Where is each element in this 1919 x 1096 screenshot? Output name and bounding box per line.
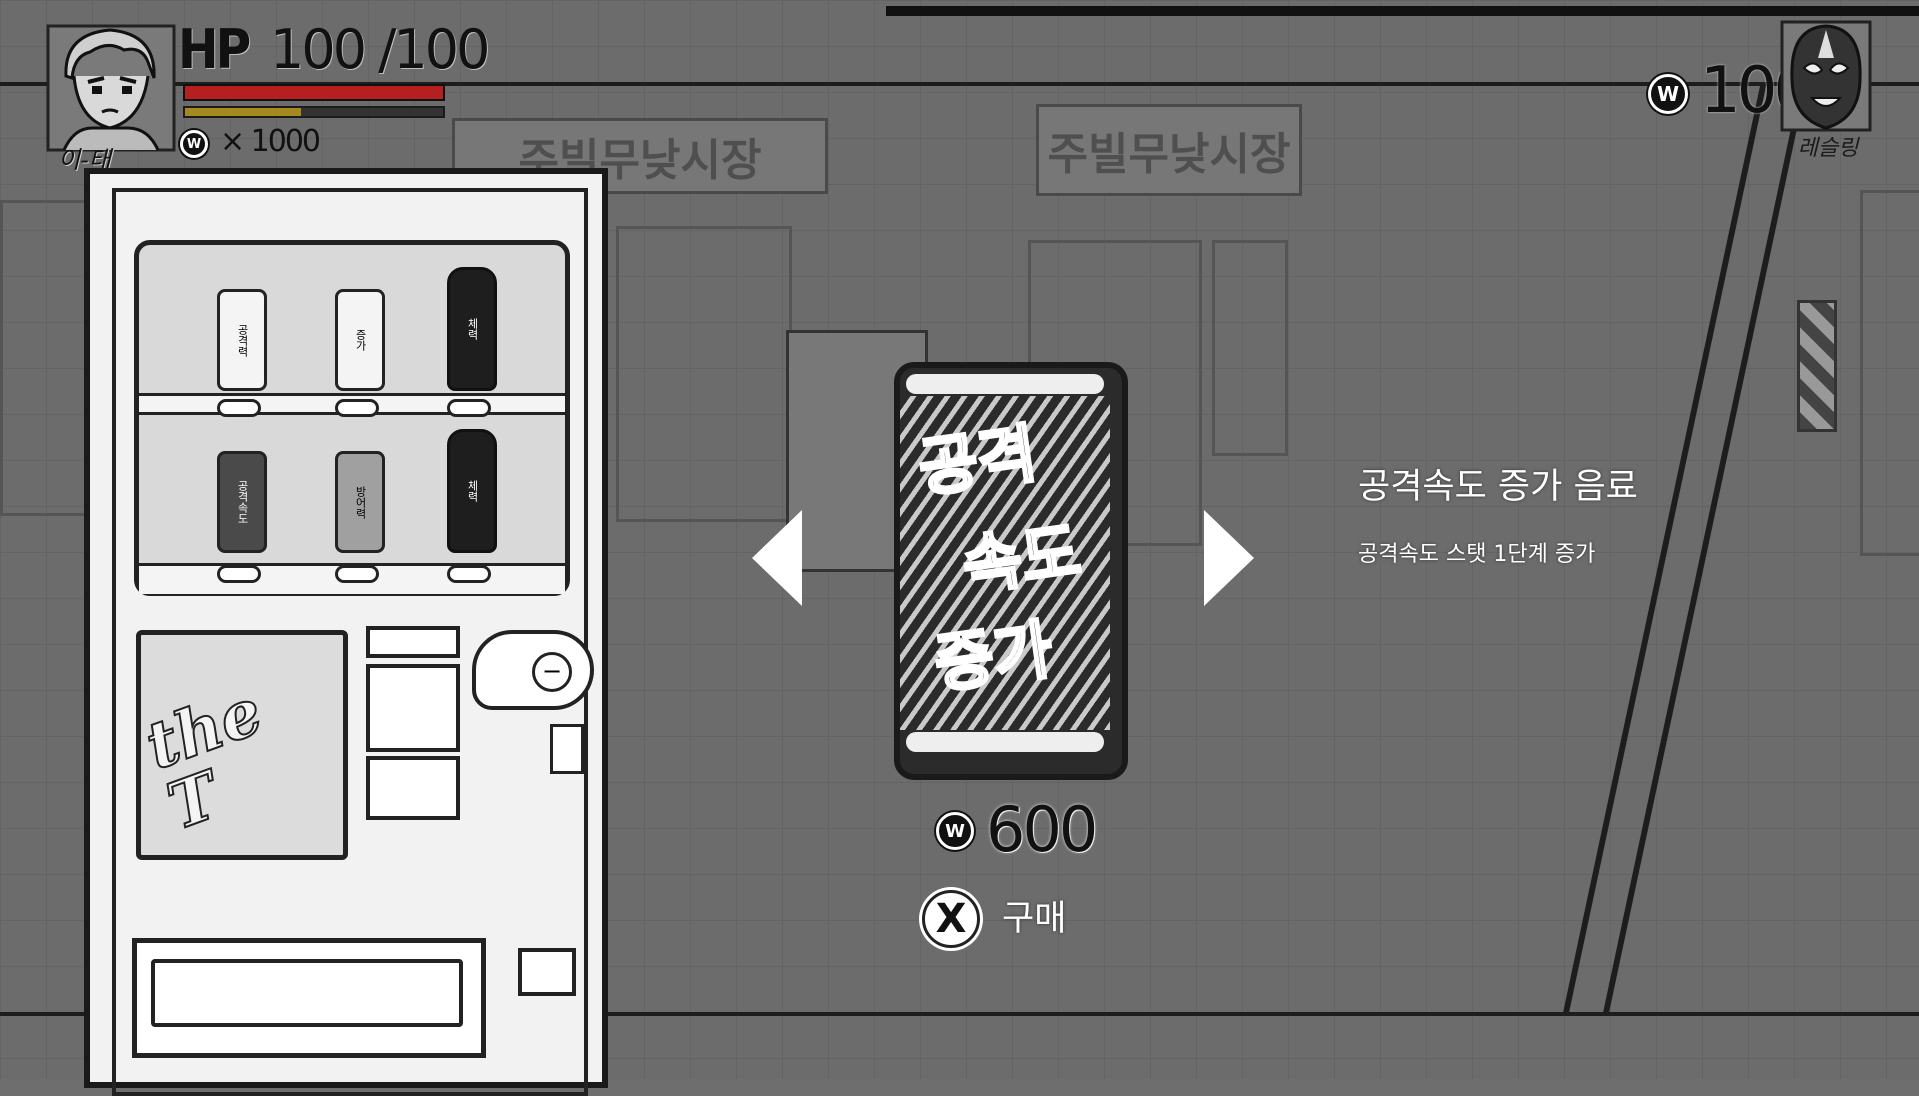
wrestling-mask-icon: [1780, 20, 1872, 132]
game-scene: 주빌무낮시장 주빌무낮시장 이-태 HP 100 /100 W × 1000 W…: [0, 0, 1919, 1096]
hp-value: 100 /100: [270, 18, 490, 81]
hp-bar: [183, 84, 445, 101]
item-description: 공격속도 스탯 1단계 증가: [1358, 542, 1596, 567]
select-button[interactable]: [335, 399, 379, 417]
drink-label: 체력: [466, 318, 479, 340]
drink-label: 공격력: [236, 323, 249, 357]
select-button[interactable]: [217, 399, 261, 417]
hp-bar-fill: [185, 86, 443, 99]
drink-label: 증가: [354, 329, 367, 351]
lives-counter: × 1000: [220, 124, 321, 159]
won-coin-icon: W: [936, 812, 974, 850]
can-text-2: 속도: [957, 514, 1087, 607]
top-frame-line: [886, 6, 1919, 16]
minus-icon: −: [532, 652, 572, 692]
selected-drink-card: 공격 속도 증가: [894, 362, 1128, 780]
storefront-right: [1212, 240, 1288, 456]
can-bottom-rim: [906, 732, 1104, 752]
key-lock: [550, 724, 584, 774]
stamina-bar-fill: [185, 108, 302, 116]
bill-acceptor[interactable]: [366, 664, 460, 752]
drink-label: 방어력: [354, 485, 367, 519]
arrow-left-icon[interactable]: [752, 510, 802, 606]
change-display: [366, 756, 460, 820]
can-text-3: 증가: [929, 612, 1059, 705]
drink-display-window: 공격력 증가 체력 공격속도 방어력 체력: [134, 240, 570, 596]
coin-insert-dial[interactable]: −: [472, 630, 594, 710]
select-button[interactable]: [447, 399, 491, 417]
drink-can[interactable]: 공격력: [217, 289, 267, 391]
drink-label: 공격속도: [236, 480, 249, 524]
arrow-right-icon[interactable]: [1204, 510, 1254, 606]
barber-pole: [1797, 300, 1837, 432]
storefront-far-right: [1860, 190, 1919, 556]
dispense-tray[interactable]: [132, 938, 486, 1058]
buy-label[interactable]: 구매: [1002, 890, 1066, 941]
hp-label: HP: [178, 18, 251, 81]
drink-can[interactable]: 증가: [335, 289, 385, 391]
coin-slot-panel: [366, 626, 460, 820]
brand-panel: the T: [136, 630, 348, 860]
character-portrait-icon: [46, 24, 176, 152]
coin-return-lever[interactable]: [366, 626, 460, 658]
drink-label: 체력: [466, 480, 479, 502]
dispense-flap: [151, 959, 463, 1027]
market-sign-right-text: 주빌무낮시장: [1047, 129, 1291, 180]
x-button-icon[interactable]: X: [922, 890, 980, 948]
coin-return-slot[interactable]: [518, 948, 576, 996]
select-button[interactable]: [217, 565, 261, 583]
pillar-line-2: [1602, 86, 1806, 1016]
brand-logo: the T: [136, 673, 273, 846]
won-coin-icon: W: [180, 130, 208, 158]
can-text-1: 공격: [913, 416, 1043, 509]
can-top-rim: [906, 374, 1104, 394]
mask-label: 레슬링: [1797, 136, 1859, 161]
market-sign-right: 주빌무낮시장: [1036, 104, 1302, 196]
vending-machine: 공격력 증가 체력 공격속도 방어력 체력 the T −: [84, 168, 616, 1096]
item-title: 공격속도 증가 음료: [1358, 467, 1638, 507]
drink-bottle[interactable]: 체력: [447, 429, 497, 553]
stamina-bar: [183, 106, 445, 118]
select-button[interactable]: [335, 565, 379, 583]
won-coin-icon: W: [1648, 74, 1688, 114]
item-price: 600: [986, 793, 1098, 866]
storefront-mid: [616, 226, 792, 522]
select-button[interactable]: [447, 565, 491, 583]
drink-can[interactable]: 공격속도: [217, 451, 267, 553]
drink-bottle[interactable]: 체력: [447, 267, 497, 391]
drink-can[interactable]: 방어력: [335, 451, 385, 553]
